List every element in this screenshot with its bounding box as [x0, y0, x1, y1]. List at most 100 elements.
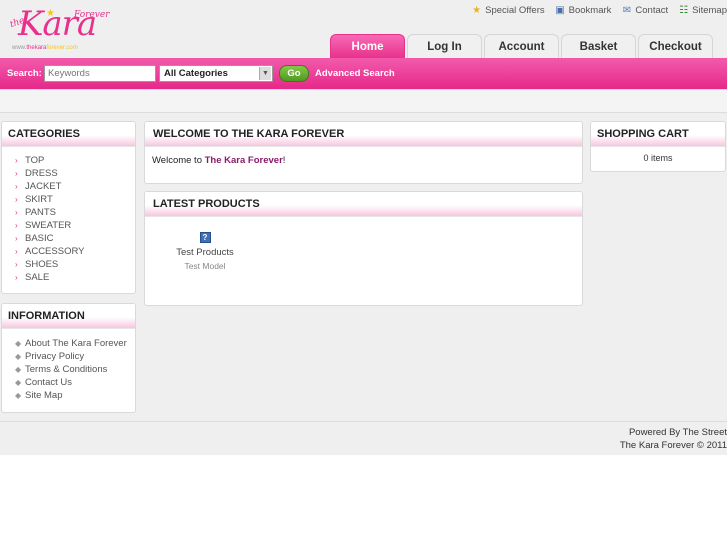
welcome-text: Welcome to The Kara Forever! — [145, 147, 582, 172]
category-label: SHOES — [25, 259, 59, 270]
category-label: ACCESSORY — [25, 246, 85, 257]
site-logo[interactable]: the ★ Kara Forever www.thekaraforever.co… — [8, 4, 118, 56]
information-title: INFORMATION — [2, 304, 135, 329]
contact-link[interactable]: ✉ Contact — [621, 5, 668, 16]
welcome-brand-link[interactable]: The Kara Forever — [205, 155, 283, 166]
search-input[interactable] — [44, 65, 156, 82]
welcome-prefix: Welcome to — [152, 155, 205, 166]
pink-arrow-icon: › — [15, 169, 18, 178]
latest-products-box: LATEST PRODUCTS ? Test Products Test Mod… — [144, 191, 583, 306]
breadcrumb-bar — [0, 89, 727, 113]
chevron-down-icon[interactable]: ▼ — [259, 67, 271, 80]
category-label: SALE — [25, 272, 50, 283]
category-list: › TOP › DRESS › JACKET › SKIRT › PANTS › SWEAT… — [2, 147, 135, 290]
pink-arrow-icon: › — [15, 273, 18, 282]
information-item[interactable]: ◆ Site Map — [9, 389, 128, 402]
category-item[interactable]: › TOP — [9, 154, 128, 167]
diamond-bullet-icon: ◆ — [15, 391, 22, 400]
bookmark-link[interactable]: ▣ Bookmark — [555, 5, 612, 16]
information-item[interactable]: ◆ Privacy Policy — [9, 350, 128, 363]
information-item[interactable]: ◆ About The Kara Forever — [9, 337, 128, 350]
product-name[interactable]: Test Products — [175, 247, 235, 258]
information-item[interactable]: ◆ Contact Us — [9, 376, 128, 389]
pink-arrow-icon: › — [15, 221, 18, 230]
information-label: Privacy Policy — [25, 351, 85, 362]
categories-title: CATEGORIES — [2, 122, 135, 147]
information-box: INFORMATION ◆ About The Kara Forever ◆ Pri… — [1, 303, 136, 413]
cart-item-count[interactable]: 0 items — [591, 147, 725, 169]
shopping-cart-box: SHOPPING CART 0 items — [590, 121, 726, 172]
category-label: TOP — [25, 155, 45, 166]
sitemap-label: Sitemap — [692, 5, 727, 16]
logo-forever: Forever — [74, 10, 110, 20]
copyright: The Kara Forever © 2011 — [619, 440, 727, 451]
logo-url: www.thekaraforever.com — [12, 45, 78, 51]
product-model: Test Model — [184, 261, 226, 271]
categories-box: CATEGORIES › TOP › DRESS › JACKET › SKIRT › P… — [1, 121, 136, 294]
bookmark-icon: ▣ — [555, 5, 565, 16]
diamond-bullet-icon: ◆ — [15, 352, 22, 361]
category-item[interactable]: › SWEATER — [9, 219, 128, 232]
information-list: ◆ About The Kara Forever ◆ Privacy Policy … — [2, 329, 135, 408]
product-card[interactable]: ? Test Products Test Model — [175, 232, 235, 271]
pink-arrow-icon: › — [15, 156, 18, 165]
category-item[interactable]: › ACCESSORY — [9, 245, 128, 258]
special-offers-label: Special Offers — [485, 5, 545, 16]
category-label: SWEATER — [25, 220, 72, 231]
category-select-value: All Categories — [164, 68, 228, 79]
category-item[interactable]: › SALE — [9, 271, 128, 284]
sitemap-link[interactable]: ☷ Sitemap — [678, 5, 727, 16]
tab-log-in[interactable]: Log In — [407, 34, 482, 58]
pink-arrow-icon: › — [15, 208, 18, 217]
advanced-search-link[interactable]: Advanced Search — [315, 68, 395, 79]
mail-icon: ✉ — [622, 5, 632, 16]
star-icon: ★ — [472, 5, 482, 16]
category-label: SKIRT — [25, 194, 53, 205]
pink-arrow-icon: › — [15, 182, 18, 191]
welcome-suffix: ! — [282, 155, 286, 166]
contact-label: Contact — [635, 5, 669, 16]
tab-home[interactable]: Home — [330, 34, 405, 58]
diamond-bullet-icon: ◆ — [15, 378, 22, 387]
footer: Powered By The Street The Kara Forever ©… — [0, 421, 727, 455]
category-item[interactable]: › JACKET — [9, 180, 128, 193]
pink-arrow-icon: › — [15, 260, 18, 269]
information-item[interactable]: ◆ Terms & Conditions — [9, 363, 128, 376]
category-label: DRESS — [25, 168, 58, 179]
pink-arrow-icon: › — [15, 247, 18, 256]
search-label: Search: — [7, 68, 42, 79]
main-nav-tabs: Home Log In Account Basket Checkout — [330, 34, 713, 58]
tab-checkout[interactable]: Checkout — [638, 34, 713, 58]
pink-arrow-icon: › — [15, 195, 18, 204]
information-label: Site Map — [25, 390, 63, 401]
category-item[interactable]: › DRESS — [9, 167, 128, 180]
category-item[interactable]: › BASIC — [9, 232, 128, 245]
category-label: PANTS — [25, 207, 56, 218]
bookmark-label: Bookmark — [568, 5, 612, 16]
go-button[interactable]: Go — [279, 65, 309, 82]
product-thumbnail-icon[interactable]: ? — [199, 232, 211, 243]
information-label: Terms & Conditions — [25, 364, 108, 375]
search-bar: Search: All Categories ▼ Go Advanced Sea… — [0, 58, 727, 89]
top-links: ★ Special Offers ▣ Bookmark ✉ Contact ☷ … — [471, 5, 727, 16]
information-label: About The Kara Forever — [25, 338, 127, 349]
category-item[interactable]: › SHOES — [9, 258, 128, 271]
category-select[interactable]: All Categories ▼ — [159, 65, 273, 82]
special-offers-link[interactable]: ★ Special Offers — [471, 5, 545, 16]
welcome-title: WELCOME TO THE KARA FOREVER — [145, 122, 582, 147]
category-item[interactable]: › SKIRT — [9, 193, 128, 206]
pink-arrow-icon: › — [15, 234, 18, 243]
tab-account[interactable]: Account — [484, 34, 559, 58]
tab-basket[interactable]: Basket — [561, 34, 636, 58]
category-label: BASIC — [25, 233, 54, 244]
powered-by: Powered By The Street — [628, 427, 727, 438]
information-label: Contact Us — [25, 377, 72, 388]
diamond-bullet-icon: ◆ — [15, 339, 22, 348]
shopping-cart-title: SHOPPING CART — [591, 122, 725, 147]
latest-products-title: LATEST PRODUCTS — [145, 192, 582, 217]
category-label: JACKET — [25, 181, 62, 192]
welcome-box: WELCOME TO THE KARA FOREVER Welcome to T… — [144, 121, 583, 184]
diamond-bullet-icon: ◆ — [15, 365, 22, 374]
category-item[interactable]: › PANTS — [9, 206, 128, 219]
sitemap-icon: ☷ — [679, 5, 689, 16]
